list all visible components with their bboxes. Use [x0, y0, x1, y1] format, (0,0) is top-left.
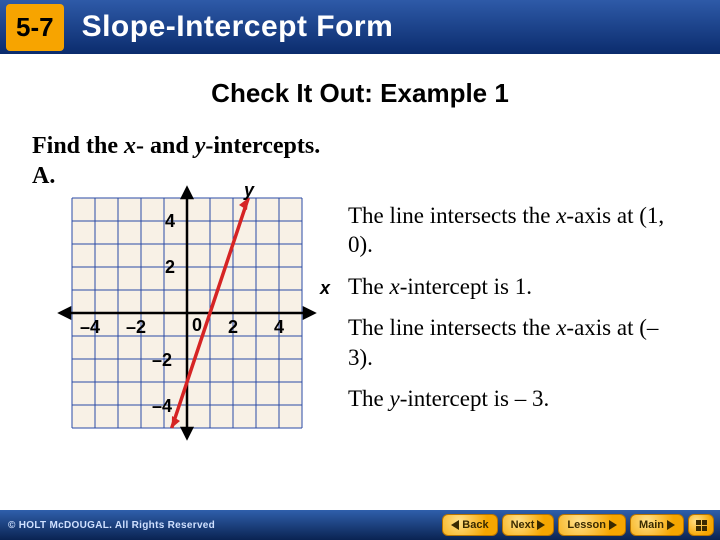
tick-label: 4: [274, 317, 284, 337]
page-title: Slope-Intercept Form: [82, 10, 394, 44]
grid-menu-button[interactable]: [688, 514, 714, 536]
problem-statement: Find the x- and y-intercepts. A.: [32, 131, 688, 191]
lesson-label: Lesson: [567, 519, 606, 531]
triangle-right-icon: [667, 520, 675, 530]
lesson-number-badge: 5-7: [6, 4, 64, 51]
main-button[interactable]: Main: [630, 514, 684, 536]
tick-label: 4: [165, 211, 175, 231]
graph-figure: y x 4 2 –2 –4 –4 –2 0 2 4: [32, 183, 332, 463]
example-heading: Check It Out: Example 1: [32, 78, 688, 109]
footer-nav: Back Next Lesson Main: [442, 514, 714, 536]
tick-label: –4: [152, 396, 172, 416]
var-x: x: [124, 133, 136, 159]
y-axis-label: y: [243, 183, 255, 200]
triangle-left-icon: [451, 520, 459, 530]
tick-label: 2: [228, 317, 238, 337]
problem-text: - and: [136, 133, 195, 159]
grid-icon: [696, 520, 707, 531]
triangle-right-icon: [609, 520, 617, 530]
tick-label: –2: [152, 350, 172, 370]
main-label: Main: [639, 519, 664, 531]
back-label: Back: [462, 519, 488, 531]
note-line-4: The y-intercept is – 3.: [348, 384, 688, 413]
tick-label: 2: [165, 257, 175, 277]
problem-text: -intercepts.: [205, 133, 320, 159]
var-y: y: [195, 133, 206, 159]
lesson-button[interactable]: Lesson: [558, 514, 626, 536]
tick-label: –2: [126, 317, 146, 337]
solution-notes: The line intersects the x-axis at (1, 0)…: [348, 201, 688, 426]
content-area: Check It Out: Example 1 Find the x- and …: [0, 54, 720, 463]
copyright-text: © HOLT McDOUGAL. All Rights Reserved: [8, 520, 215, 531]
tick-label: –4: [80, 317, 100, 337]
note-line-2: The x-intercept is 1.: [348, 272, 688, 301]
back-button[interactable]: Back: [442, 514, 497, 536]
next-label: Next: [511, 519, 535, 531]
coordinate-plane: y x 4 2 –2 –4 –4 –2 0 2 4: [32, 183, 332, 463]
next-button[interactable]: Next: [502, 514, 555, 536]
header-bar: 5-7 Slope-Intercept Form: [0, 0, 720, 54]
problem-text: Find the: [32, 133, 124, 159]
triangle-right-icon: [537, 520, 545, 530]
tick-label: 0: [192, 315, 202, 335]
note-line-1: The line intersects the x-axis at (1, 0)…: [348, 201, 688, 260]
x-axis-label: x: [319, 278, 331, 298]
note-line-3: The line intersects the x-axis at (– 3).: [348, 313, 688, 372]
